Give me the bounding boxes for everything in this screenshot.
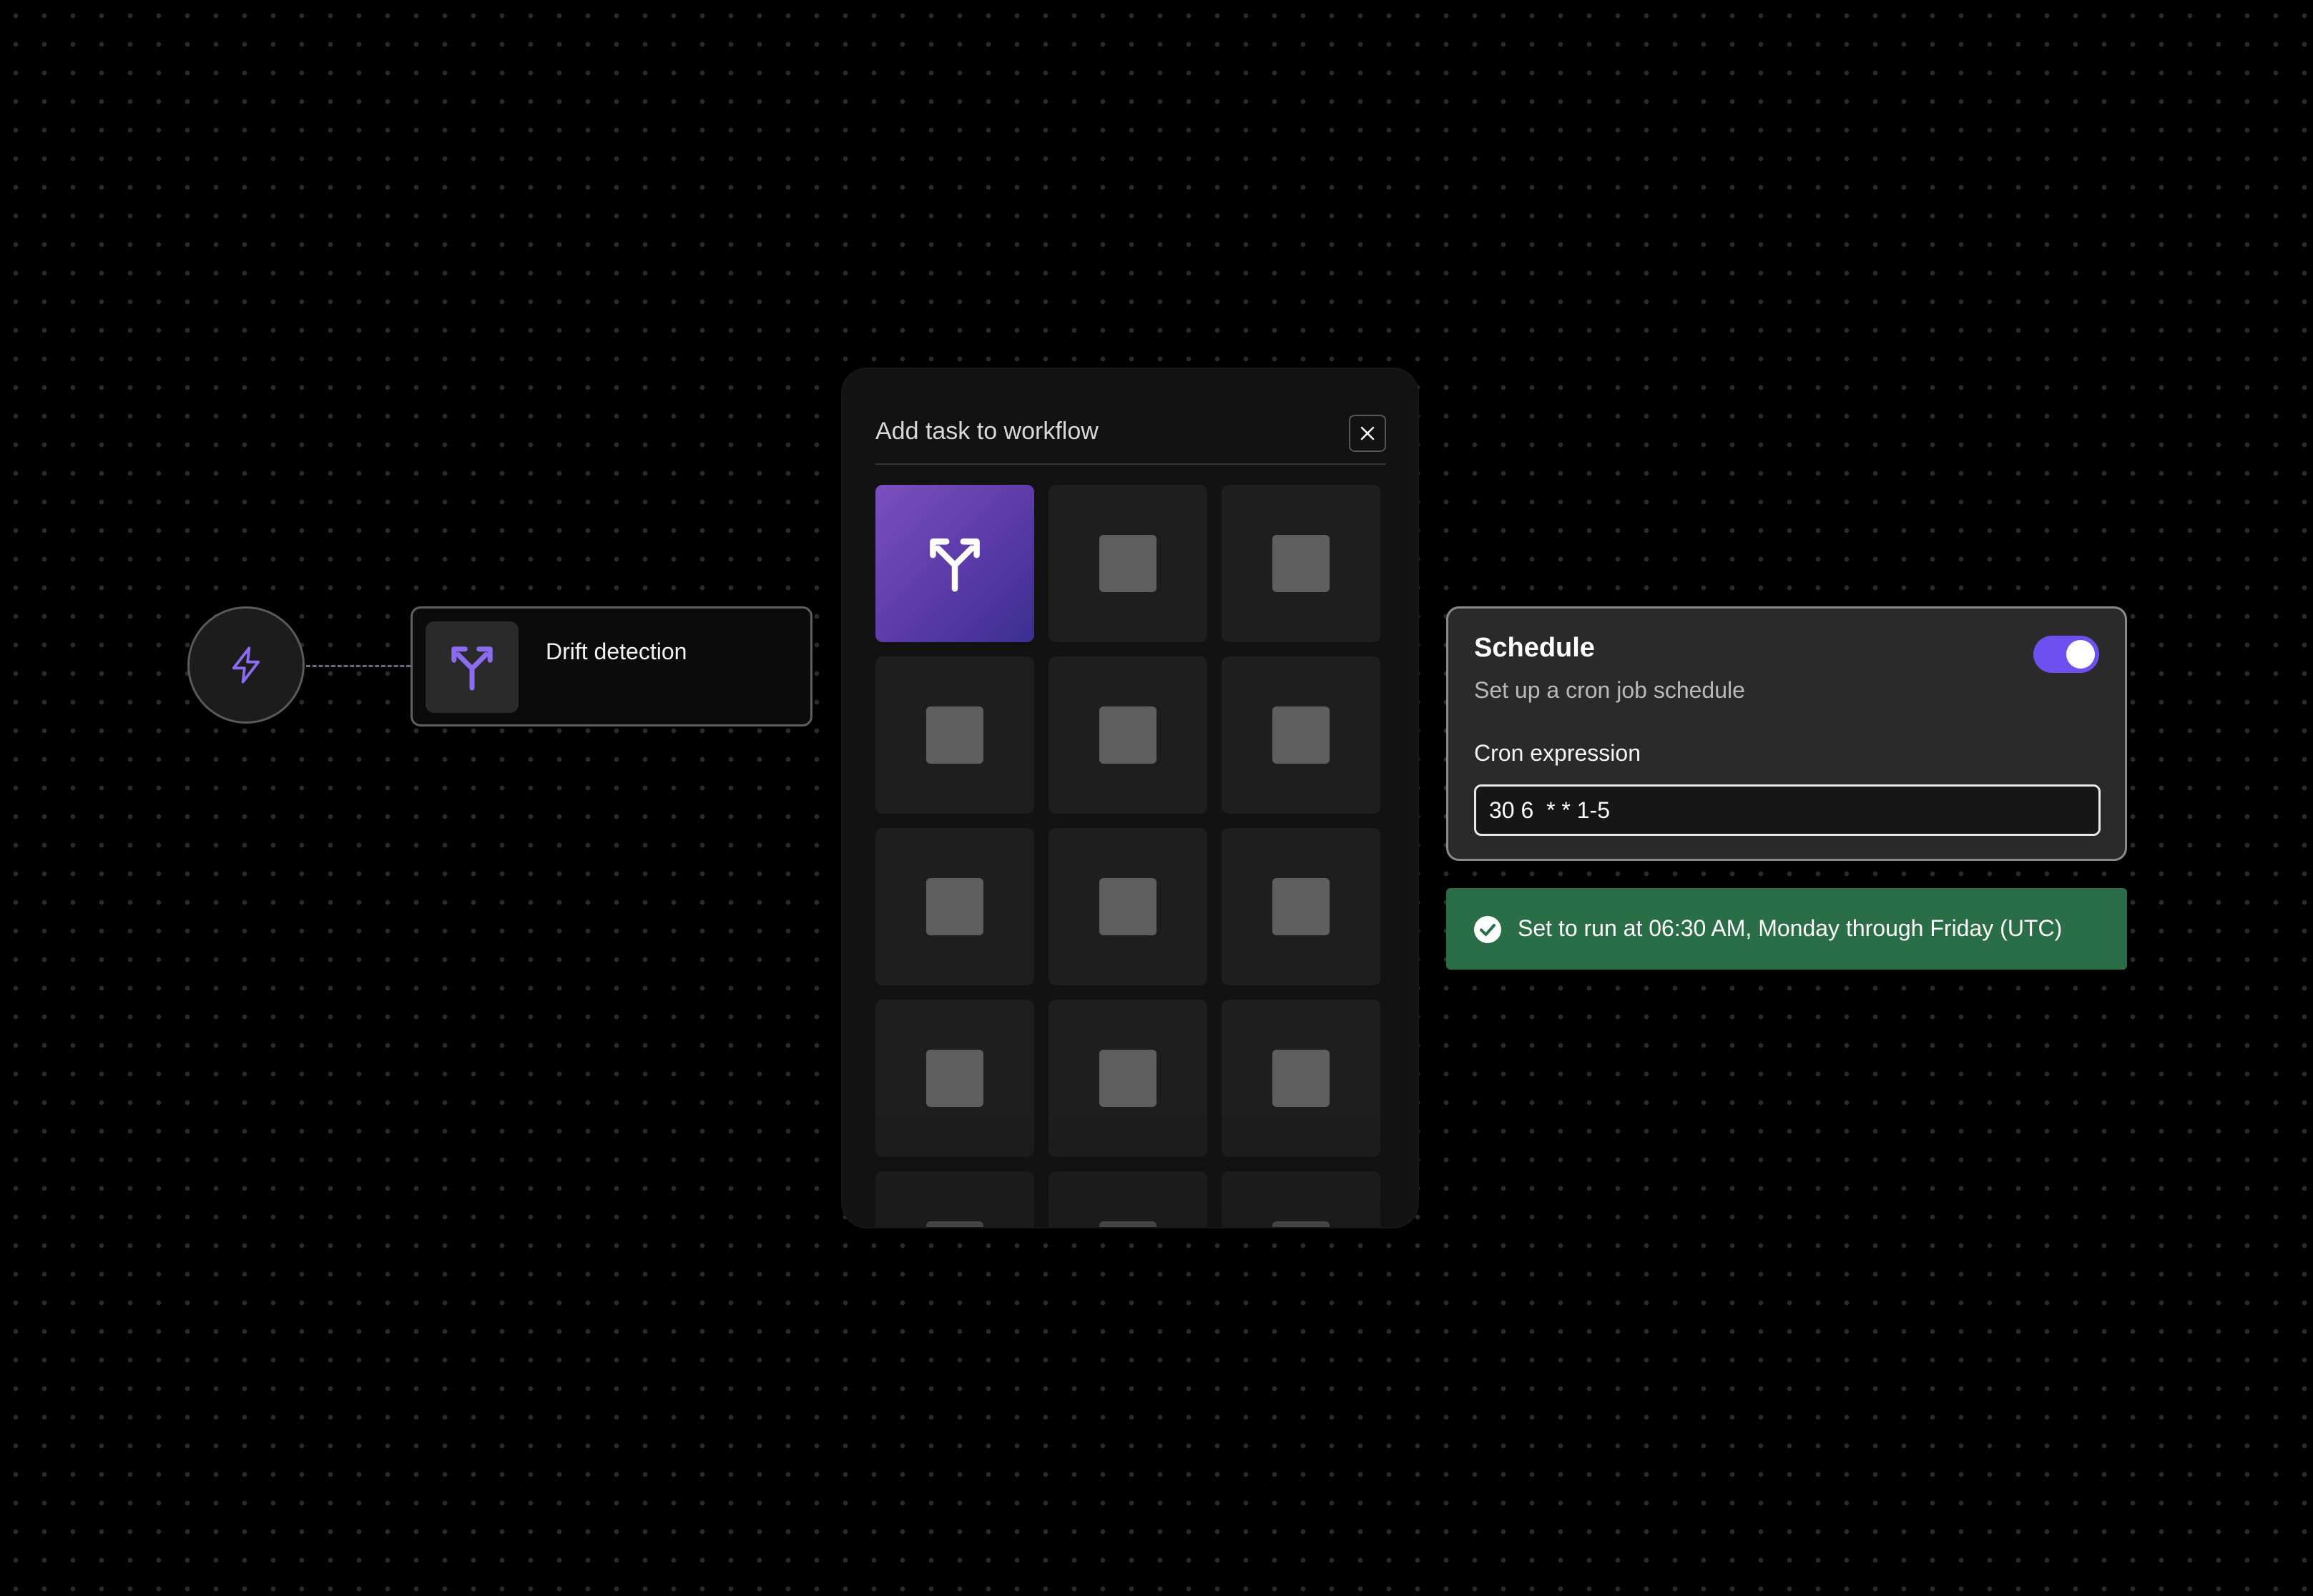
task-grid [875, 485, 1385, 1227]
task-tile[interactable] [1222, 828, 1380, 985]
placeholder-icon [926, 706, 983, 764]
placeholder-icon [1272, 1050, 1330, 1107]
placeholder-icon [926, 1050, 983, 1107]
task-node-label: Drift detection [546, 639, 687, 664]
placeholder-icon [1099, 878, 1156, 935]
modal-title: Add task to workflow [875, 418, 1099, 445]
fork-arrows-icon [451, 646, 493, 691]
placeholder-icon [1272, 878, 1330, 935]
task-tile[interactable] [875, 828, 1034, 985]
task-tile[interactable] [1222, 1000, 1380, 1157]
schedule-panel: Schedule Set up a cron job schedule Cron… [1446, 606, 2127, 861]
task-tile[interactable] [1222, 1171, 1380, 1227]
status-message: Set to run at 06:30 AM, Monday through F… [1518, 915, 2063, 941]
modal-header: Add task to workflow [875, 400, 1386, 465]
check-circle-icon [1474, 916, 1501, 943]
task-tile[interactable] [1049, 828, 1207, 985]
placeholder-icon [1272, 706, 1330, 764]
fork-arrows-icon [930, 538, 980, 592]
placeholder-icon [926, 878, 983, 935]
task-node-drift-detection[interactable]: Drift detection [411, 606, 812, 726]
node-connector [306, 665, 411, 667]
cron-label: Cron expression [1474, 740, 1641, 766]
placeholder-icon [1272, 1221, 1330, 1227]
placeholder-icon [1272, 535, 1330, 592]
task-tile[interactable] [1049, 656, 1207, 814]
status-banner: Set to run at 06:30 AM, Monday through F… [1446, 888, 2127, 970]
task-tile[interactable] [875, 1000, 1034, 1157]
schedule-subtitle: Set up a cron job schedule [1474, 677, 1745, 703]
task-tile[interactable] [875, 1171, 1034, 1227]
trigger-node[interactable] [187, 606, 305, 724]
placeholder-icon [1099, 535, 1156, 592]
task-tile[interactable] [1049, 1171, 1207, 1227]
placeholder-icon [926, 1221, 983, 1227]
task-tile[interactable] [1222, 656, 1380, 814]
schedule-title: Schedule [1474, 633, 1595, 663]
schedule-toggle[interactable] [2033, 636, 2099, 673]
lightning-icon [232, 646, 260, 684]
add-task-modal: Add task to workflow [843, 369, 1418, 1227]
cron-expression-input[interactable] [1474, 784, 2101, 836]
task-tile[interactable] [1049, 1000, 1207, 1157]
placeholder-icon [1099, 706, 1156, 764]
task-tile[interactable] [875, 656, 1034, 814]
placeholder-icon [1099, 1050, 1156, 1107]
close-button[interactable] [1349, 415, 1386, 452]
task-tile[interactable] [1049, 485, 1207, 642]
toggle-knob [2066, 640, 2095, 669]
task-tile-selected[interactable] [875, 485, 1034, 642]
placeholder-icon [1099, 1221, 1156, 1227]
task-icon-tile [426, 621, 519, 713]
task-tile[interactable] [1222, 485, 1380, 642]
close-icon [1360, 426, 1375, 440]
